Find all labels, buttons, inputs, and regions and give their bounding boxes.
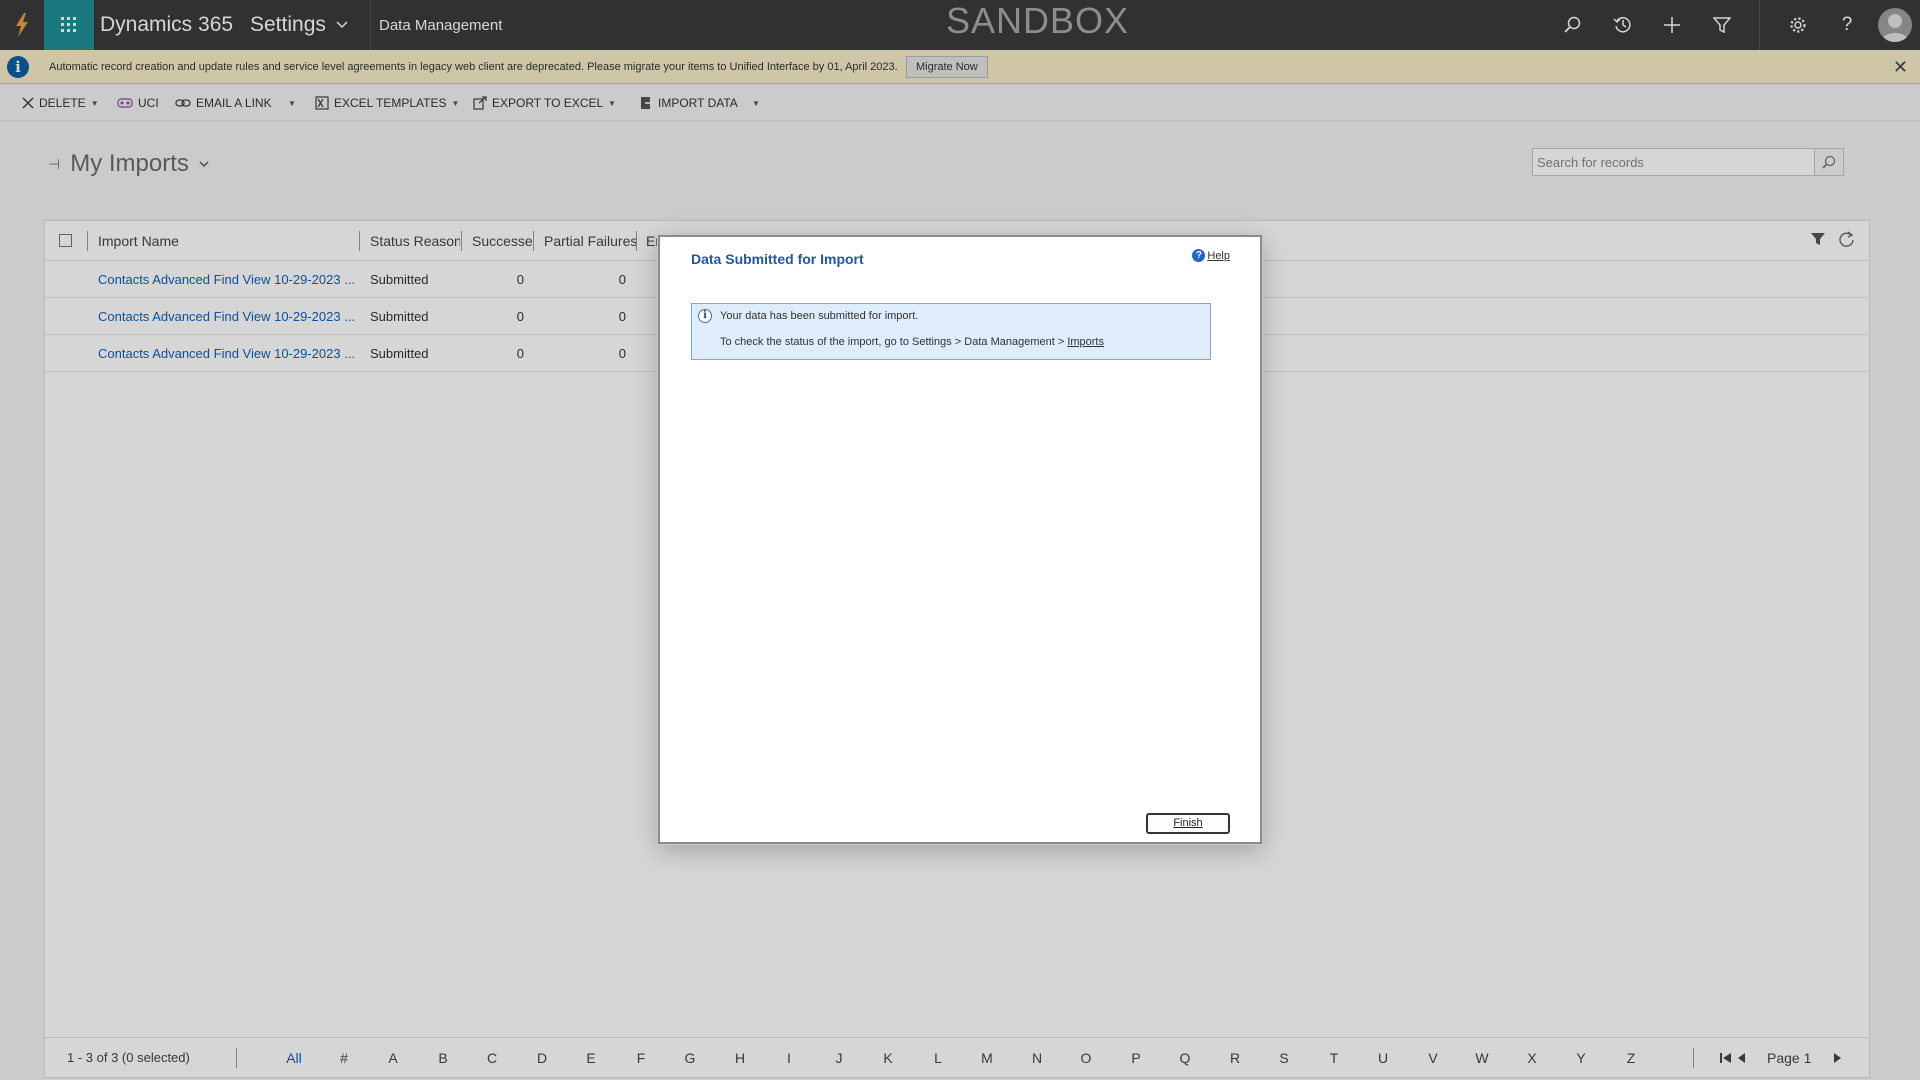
info-line-2: To check the status of the import, go to… (720, 336, 1104, 348)
import-submitted-dialog: Data Submitted for Import ? Help i Your … (658, 235, 1262, 844)
help-link[interactable]: ? Help (1192, 249, 1230, 262)
info-line-1: Your data has been submitted for import. (720, 310, 919, 322)
finish-button[interactable]: Finish (1146, 813, 1230, 834)
help-icon: ? (1192, 249, 1206, 262)
info-line-2-text: To check the status of the import, go to… (720, 336, 1068, 348)
dialog-title: Data Submitted for Import (691, 251, 864, 267)
help-label: Help (1207, 249, 1230, 262)
info-message: i Your data has been submitted for impor… (691, 303, 1211, 360)
info-icon: i (698, 309, 712, 323)
finish-label: Finish (1173, 817, 1203, 829)
imports-link[interactable]: Imports (1067, 336, 1104, 348)
